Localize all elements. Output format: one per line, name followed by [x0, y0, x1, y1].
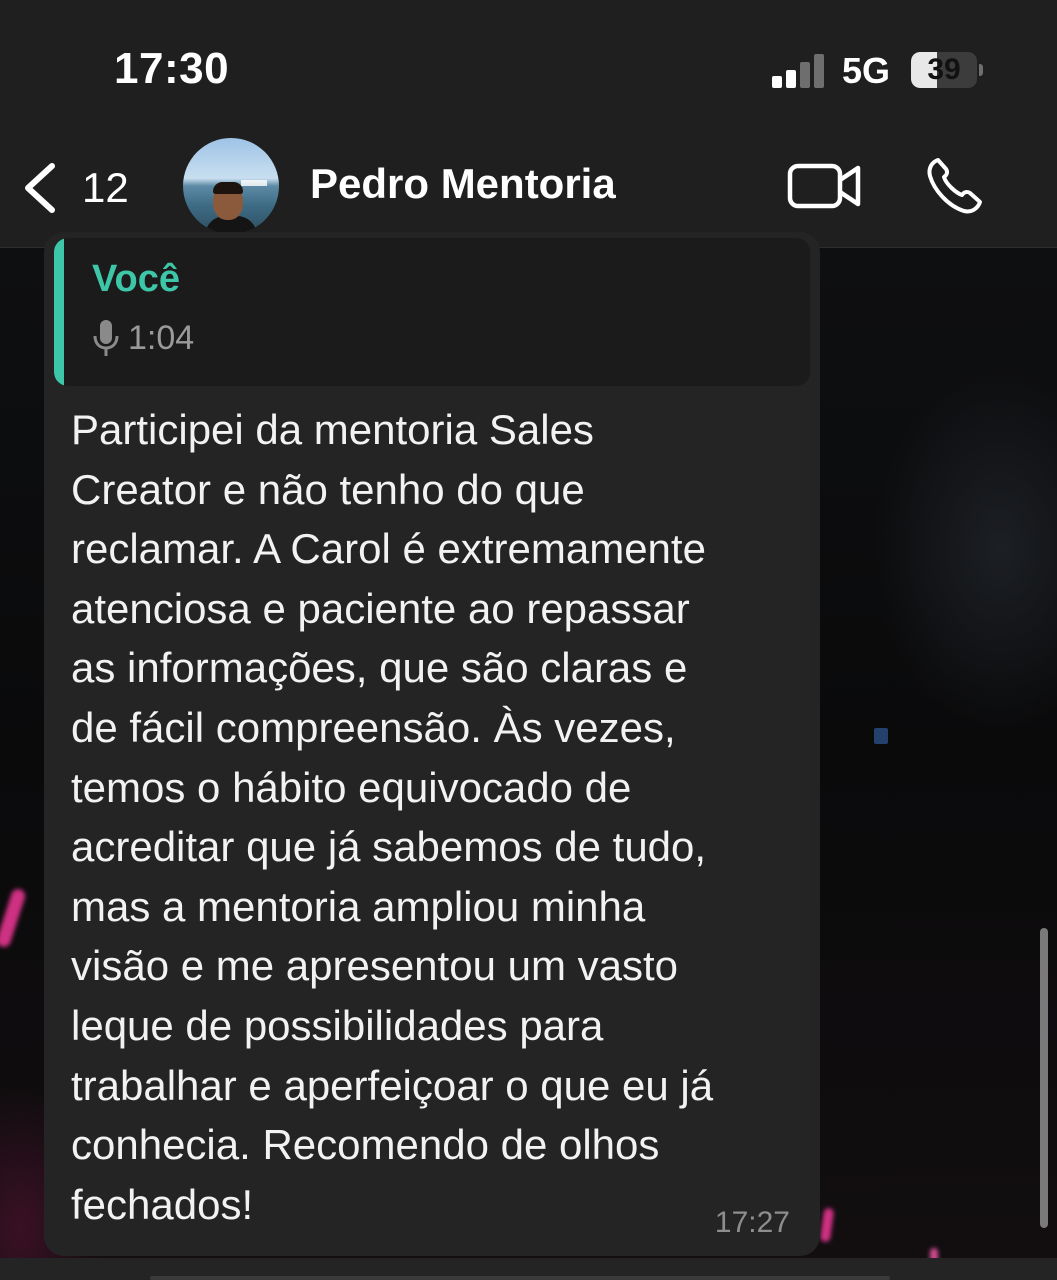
back-button[interactable]: 12 [18, 158, 148, 218]
wallpaper-neon-light [819, 1207, 835, 1243]
input-bar-edge [0, 1258, 1057, 1280]
battery-level: 39 [927, 53, 961, 86]
phone-icon[interactable] [924, 156, 984, 216]
contact-name[interactable]: Pedro Mentoria [310, 160, 616, 208]
signal-strength-icon [772, 52, 826, 88]
network-type: 5G [842, 50, 891, 91]
message-text: Participei da mentoria Sales Creator e n… [71, 406, 714, 1228]
quoted-author: Você [92, 258, 181, 300]
battery-icon: 39 [911, 52, 983, 88]
quoted-audio: 1:04 [92, 318, 194, 358]
wallpaper-light-spot [874, 728, 888, 744]
audio-duration: 1:04 [128, 318, 195, 357]
chat-header: 12 Pedro Mentoria [0, 130, 1057, 248]
chevron-left-icon [25, 163, 55, 213]
quoted-message[interactable]: Você 1:04 [54, 238, 810, 386]
message-timestamp: 17:27 [714, 1206, 790, 1239]
status-bar: 17:30 5G 39 [0, 0, 1057, 130]
status-time: 17:30 [114, 44, 230, 93]
microphone-icon [93, 320, 119, 356]
wallpaper-neon-light [930, 1248, 938, 1258]
contact-avatar[interactable] [183, 138, 279, 234]
message-bubble[interactable]: Você 1:04 Participei da mentoria Sales C… [44, 232, 820, 1256]
quote-accent-bar [54, 238, 64, 386]
scrollbar[interactable] [1040, 928, 1048, 1228]
unread-chats-count: 12 [82, 164, 129, 211]
video-camera-icon[interactable] [786, 160, 862, 212]
wallpaper-neon-light [0, 887, 27, 949]
